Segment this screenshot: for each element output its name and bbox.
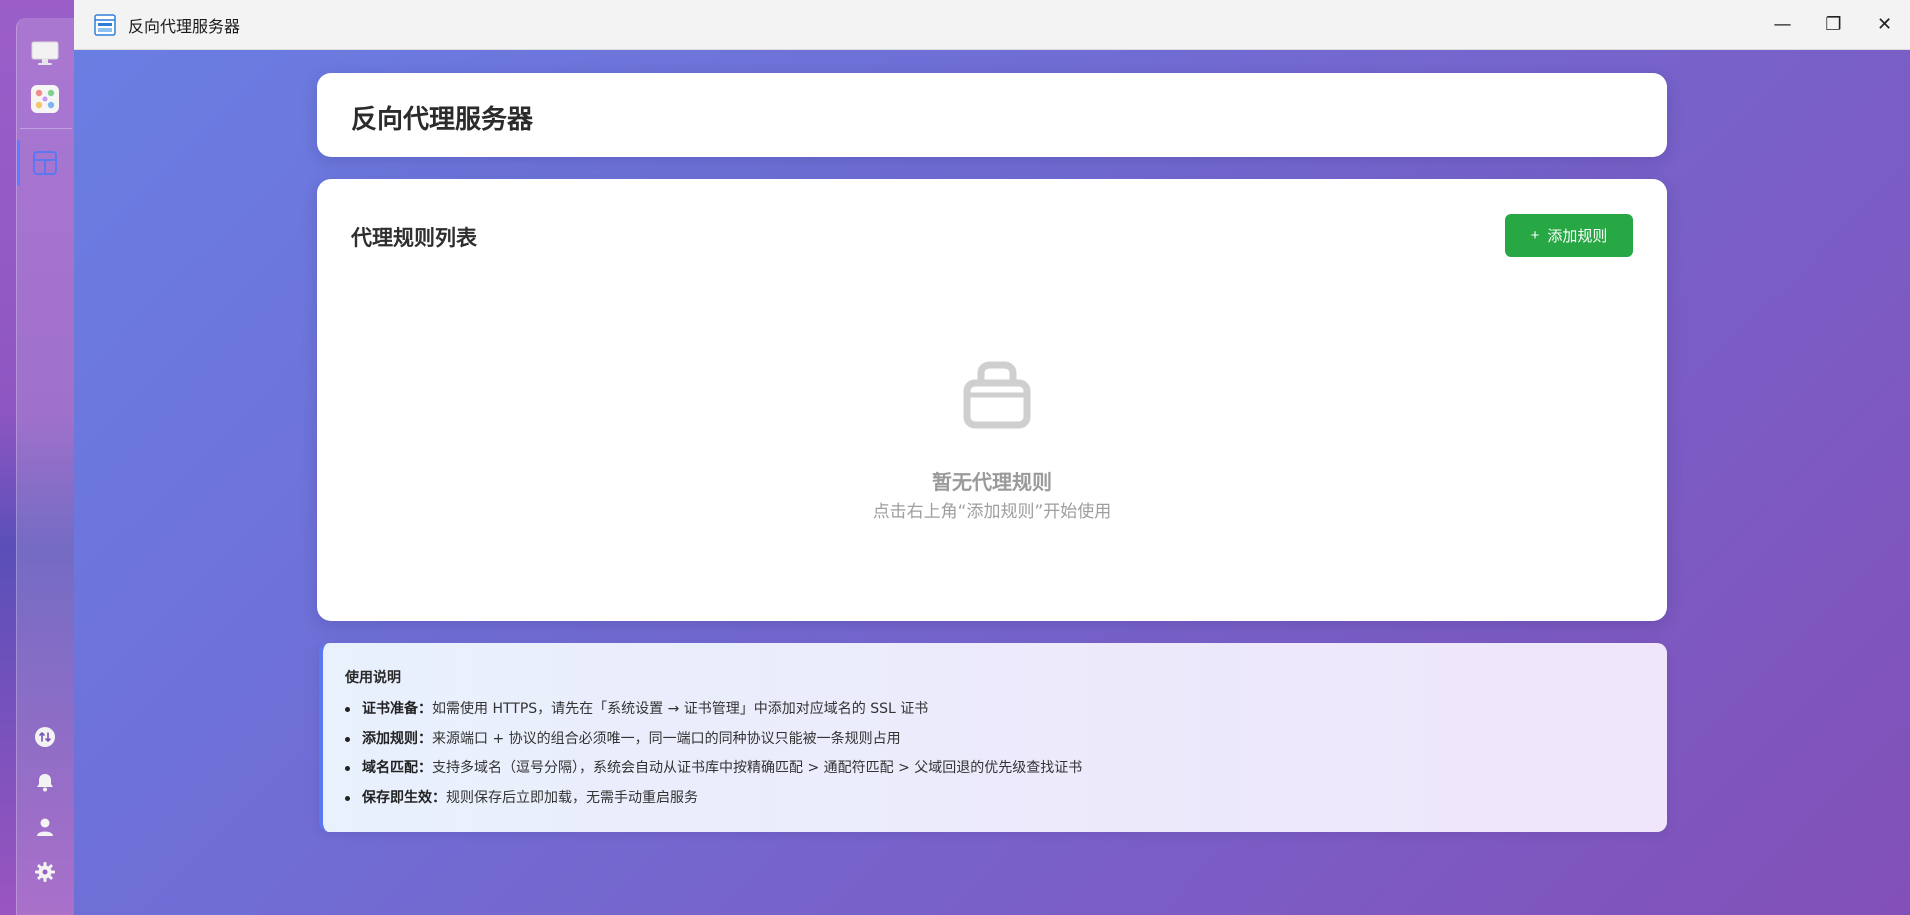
bell-icon[interactable] bbox=[28, 765, 62, 799]
help-item: 添加规则： 来源端口 + 协议的组合必须唯一，同一端口的同种协议只能被一条规则占… bbox=[345, 725, 1082, 755]
help-item: 域名匹配： 支持多域名（逗号分隔），系统会自动从证书库中按精确匹配 > 通配符匹… bbox=[345, 754, 1082, 784]
help-item: 保存即生效： 规则保存后立即加载，无需手动重启服务 bbox=[345, 784, 1082, 814]
proxy-app-icon[interactable] bbox=[28, 146, 62, 180]
help-list: 证书准备： 如需使用 HTTPS，请先在「系统设置 → 证书管理」中添加对应域名… bbox=[345, 695, 1082, 813]
add-rule-label: 添加规则 bbox=[1547, 228, 1608, 245]
add-rule-button[interactable]: + 添加规则 bbox=[1505, 214, 1633, 257]
window-title: 反向代理服务器 bbox=[128, 16, 241, 36]
bullet-icon bbox=[345, 795, 350, 801]
window-controls: — ❐ ✕ bbox=[1757, 0, 1910, 49]
help-item-text: 支持多域名（逗号分隔），系统会自动从证书库中按精确匹配 > 通配符匹配 > 父域… bbox=[432, 760, 1083, 776]
help-item: 证书准备： 如需使用 HTTPS，请先在「系统设置 → 证书管理」中添加对应域名… bbox=[345, 695, 1082, 725]
help-item-key: 保存即生效： bbox=[362, 789, 446, 806]
network-icon[interactable] bbox=[28, 720, 62, 754]
plus-icon: + bbox=[1530, 227, 1540, 244]
dock-active-indicator bbox=[17, 140, 20, 186]
minimize-button[interactable]: — bbox=[1757, 0, 1808, 49]
usage-help-card: 使用说明 证书准备： 如需使用 HTTPS，请先在「系统设置 → 证书管理」中添… bbox=[319, 643, 1667, 832]
title-bar: 反向代理服务器 — ❐ ✕ bbox=[74, 0, 1910, 50]
user-icon[interactable] bbox=[28, 810, 62, 844]
help-title: 使用说明 bbox=[345, 670, 401, 686]
desktop-icon[interactable] bbox=[28, 37, 62, 71]
dock bbox=[0, 0, 75, 915]
help-item-key: 证书准备： bbox=[362, 701, 432, 717]
help-item-text: 规则保存后立即加载，无需手动重启服务 bbox=[446, 789, 698, 806]
http-app-icon bbox=[94, 13, 116, 36]
app-window: 反向代理服务器 — ❐ ✕ 反向代理服务器 代理规则列表 + 添加规则 暂无代理… bbox=[74, 0, 1910, 915]
bullet-icon bbox=[345, 736, 350, 742]
help-item-text: 如需使用 HTTPS，请先在「系统设置 → 证书管理」中添加对应域名的 SSL … bbox=[432, 701, 929, 717]
header-card: 反向代理服务器 bbox=[317, 73, 1667, 157]
empty-state-subtitle: 点击右上角“添加规则”开始使用 bbox=[872, 502, 1112, 522]
page-title: 反向代理服务器 bbox=[351, 105, 534, 135]
help-item-text: 来源端口 + 协议的组合必须唯一，同一端口的同种协议只能被一条规则占用 bbox=[432, 730, 901, 747]
help-item-key: 添加规则： bbox=[362, 730, 432, 747]
maximize-button[interactable]: ❐ bbox=[1808, 0, 1859, 49]
empty-state-title: 暂无代理规则 bbox=[932, 470, 1052, 494]
bullet-icon bbox=[345, 766, 350, 772]
rules-card: 代理规则列表 + 添加规则 暂无代理规则 点击右上角“添加规则”开始使用 bbox=[317, 179, 1667, 621]
dock-separator bbox=[20, 128, 72, 129]
apps-grid-icon[interactable] bbox=[28, 82, 62, 116]
gear-icon[interactable] bbox=[28, 855, 62, 889]
lock-icon bbox=[963, 361, 1031, 429]
bullet-icon bbox=[345, 707, 350, 713]
close-button[interactable]: ✕ bbox=[1859, 0, 1910, 49]
rules-list-title: 代理规则列表 bbox=[351, 226, 477, 250]
help-item-key: 域名匹配： bbox=[362, 760, 432, 776]
